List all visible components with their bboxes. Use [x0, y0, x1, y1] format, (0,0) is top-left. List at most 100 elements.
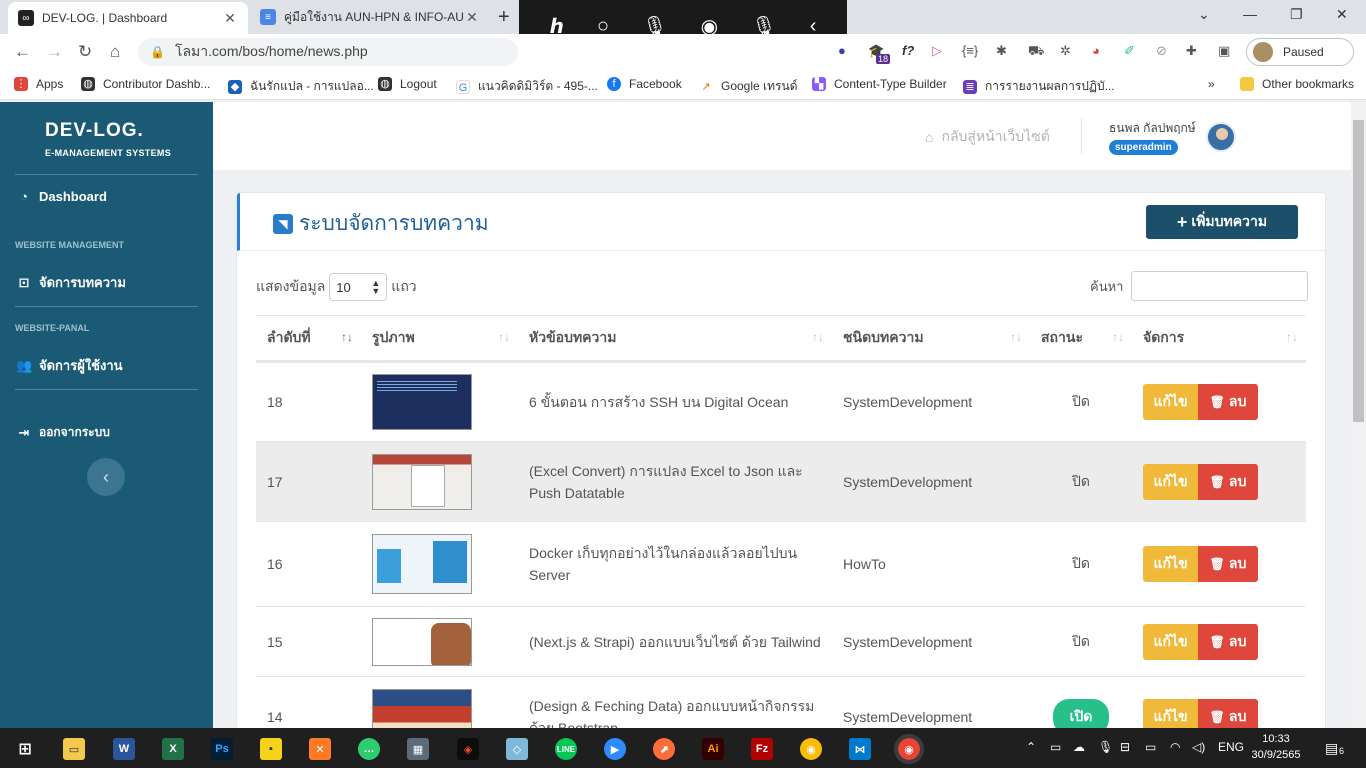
brand-logo[interactable]: DEV-LOG. — [45, 120, 144, 142]
close-tab-icon[interactable]: ✕ — [222, 10, 238, 27]
tab-devlog-dashboard[interactable]: ∞ DEV-LOG. | Dashboard ✕ — [8, 2, 248, 34]
search-input[interactable] — [1131, 271, 1309, 301]
article-thumbnail[interactable] — [372, 453, 472, 510]
chrome-active-icon[interactable]: ◉ — [894, 734, 924, 764]
sidebar-item-logout[interactable]: ⇥ ออกจากระบบ — [16, 423, 110, 442]
delete-button[interactable]: 🗑 ลบ — [1198, 463, 1258, 500]
bookmark-report[interactable]: ≣ การรายงานผลการปฏิบั... — [963, 77, 1115, 96]
extension-color-icon[interactable]: ◕ — [1092, 43, 1100, 58]
close-tab-icon[interactable]: ✕ — [464, 9, 480, 26]
extension-braces-icon[interactable]: {≡} — [962, 43, 978, 58]
figma-icon[interactable]: ◈ — [457, 738, 479, 760]
battery-icon[interactable]: ▭ — [1145, 740, 1156, 754]
tab-search-chevron-icon[interactable]: ⌄ — [1198, 6, 1210, 23]
new-tab-icon[interactable]: + — [498, 6, 510, 29]
filezilla-icon[interactable]: Fz — [751, 738, 773, 760]
column-header-title[interactable]: หัวข้อบทความ ↑↓ — [518, 315, 832, 363]
windows-start-icon[interactable]: ⊞ — [14, 738, 36, 760]
page-length-select[interactable]: 10 ▲ ▼ — [329, 273, 388, 301]
edit-button[interactable]: แก้ไข — [1143, 384, 1198, 420]
bookmark-translate[interactable]: ◆ ฉันรักแปล - การแปลอ... — [228, 77, 374, 96]
line-icon[interactable]: LINE — [555, 738, 577, 760]
chat-icon[interactable]: … — [358, 738, 380, 760]
edit-button[interactable]: แก้ไข — [1143, 463, 1198, 500]
bookmark-contributor[interactable]: ◍ Contributor Dashb... — [81, 77, 210, 91]
extensions-puzzle-icon[interactable]: ✚ — [1186, 43, 1197, 59]
app-icon[interactable]: ◇ — [506, 738, 528, 760]
extension-pen-icon[interactable]: ✐ — [1124, 43, 1135, 59]
column-header-image[interactable]: รูปภาพ ↑↓ — [361, 315, 518, 363]
minimize-icon[interactable]: — — [1243, 6, 1257, 22]
sidebar-item-dashboard[interactable]: ◔ Dashboard — [16, 189, 107, 204]
word-icon[interactable]: W — [113, 738, 135, 760]
bookmark-facebook[interactable]: f Facebook — [607, 77, 682, 91]
extension-bug-icon[interactable]: ✱ — [996, 43, 1007, 59]
address-bar[interactable]: 🔒 โลมา.com/bos/home/news.php — [138, 38, 518, 66]
delete-button[interactable]: 🗑 ลบ — [1198, 546, 1258, 582]
bookmark-logout[interactable]: ◍ Logout — [378, 77, 437, 91]
article-thumbnail[interactable] — [372, 374, 472, 430]
column-header-status[interactable]: สถานะ ↑↓ — [1030, 315, 1132, 363]
delete-button[interactable]: 🗑 ลบ — [1198, 623, 1258, 660]
edit-button[interactable]: แก้ไข — [1143, 546, 1198, 582]
extension-circle-icon[interactable]: ● — [838, 43, 846, 58]
back-to-website-link[interactable]: ⌂ กลับสู่หน้าเว็บไซต์ — [925, 126, 1050, 148]
extension-fx-icon[interactable]: f? — [902, 43, 914, 58]
excel-icon[interactable]: X — [162, 738, 184, 760]
restore-icon[interactable]: ❐ — [1290, 6, 1303, 23]
speaker-icon[interactable]: ◁) — [1192, 740, 1205, 754]
bookmark-google-trends[interactable]: ↗ Google เทรนด์ — [699, 77, 797, 96]
extension-play-icon[interactable]: ▷ — [932, 43, 942, 59]
bookmark-google-search[interactable]: G แนวคิดดิมิวิร์ต - 495-... — [456, 77, 598, 96]
calculator-icon[interactable]: ▦ — [407, 738, 429, 760]
photoshop-icon[interactable]: Ps — [211, 738, 233, 760]
user-name[interactable]: ธนพล กัลปพฤกษ์ — [1109, 119, 1196, 138]
zoom-icon[interactable]: ▶ — [604, 738, 626, 760]
input-language[interactable]: ENG — [1218, 740, 1244, 754]
reload-icon[interactable]: ↻ — [78, 42, 92, 62]
bookmark-apps[interactable]: ⋮ Apps — [14, 77, 63, 91]
add-article-button[interactable]: + เพิ่มบทความ — [1146, 205, 1298, 239]
notification-icon[interactable]: ▤ — [1325, 740, 1338, 757]
bookmarks-overflow-icon[interactable]: » — [1208, 77, 1215, 91]
edit-button[interactable]: แก้ไข — [1143, 623, 1198, 660]
forward-icon[interactable]: → — [46, 42, 63, 62]
scrollbar-thumb[interactable] — [1353, 120, 1364, 422]
extension-compass-icon[interactable]: ⊘ — [1156, 43, 1167, 59]
meet-now-icon[interactable]: ▭ — [1050, 740, 1061, 754]
file-explorer-icon[interactable]: ▭ — [63, 738, 85, 760]
xampp-icon[interactable]: ✕ — [309, 738, 331, 760]
tray-chevron-up-icon[interactable]: ⌃ — [1026, 740, 1036, 754]
extension-beetle-icon[interactable]: ✲ — [1060, 43, 1071, 59]
column-header-order[interactable]: ลำดับที่ ↑↓ — [256, 315, 361, 363]
tab-aun-manual[interactable]: ≡ คู่มือใช้งาน AUN-HPN & INFO-AUN ✕ — [250, 0, 490, 34]
bookmark-other[interactable]: Other bookmarks — [1240, 77, 1354, 91]
delete-button[interactable]: 🗑 ลบ — [1198, 384, 1258, 420]
avatar[interactable] — [1206, 122, 1236, 152]
microphone-icon[interactable]: 🎙 — [1098, 740, 1113, 754]
sidebar-item-users[interactable]: 👥 จัดการผู้ใช้งาน — [16, 355, 123, 376]
collapse-sidebar-button[interactable]: ‹ — [87, 458, 125, 496]
close-window-icon[interactable]: ✕ — [1336, 6, 1348, 23]
sidebar-item-articles[interactable]: ⊡ จัดการบทความ — [16, 272, 126, 293]
extension-car-icon[interactable]: ⛟ — [1028, 43, 1044, 61]
home-icon[interactable]: ⌂ — [110, 42, 120, 62]
onedrive-icon[interactable]: ☁ — [1073, 740, 1085, 754]
postman-icon[interactable]: ⬈ — [653, 738, 675, 760]
bookmark-content-type[interactable]: ▚ Content-Type Builder — [812, 77, 947, 91]
wifi-icon[interactable]: ◠ — [1170, 740, 1180, 754]
column-header-type[interactable]: ชนิดบทความ ↑↓ — [832, 315, 1030, 363]
chrome-icon[interactable]: ◉ — [800, 738, 822, 760]
sticky-notes-icon[interactable]: ▪ — [260, 738, 282, 760]
column-header-actions[interactable]: จัดการ ↑↓ — [1132, 315, 1306, 363]
profile-button[interactable]: Paused — [1246, 38, 1354, 66]
illustrator-icon[interactable]: Ai — [702, 738, 724, 760]
article-thumbnail[interactable] — [372, 617, 472, 666]
tray-device-icon[interactable]: ⊟ — [1120, 740, 1130, 754]
page-scrollbar[interactable] — [1351, 102, 1366, 728]
side-panel-icon[interactable]: ▣ — [1218, 43, 1230, 59]
vscode-icon[interactable]: ⋈ — [849, 738, 871, 760]
back-icon[interactable]: ← — [14, 42, 31, 62]
article-thumbnail[interactable] — [372, 534, 472, 594]
system-clock[interactable]: 10:33 30/9/2565 — [1246, 731, 1306, 763]
